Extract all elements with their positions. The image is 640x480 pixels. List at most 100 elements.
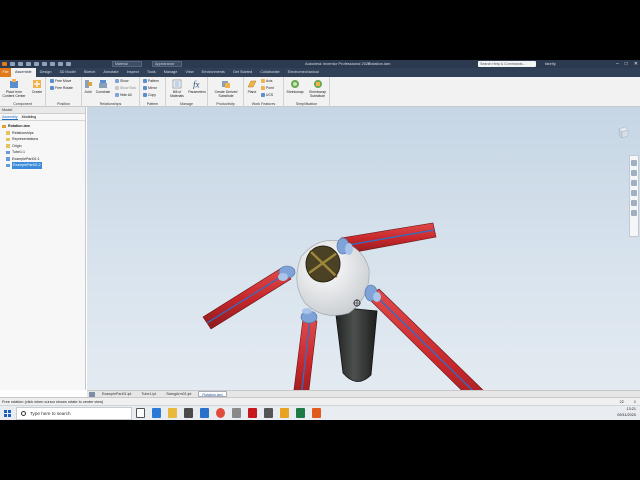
graphics-viewport[interactable] — [87, 107, 640, 420]
acrobat-icon[interactable] — [248, 408, 257, 418]
minimize-icon[interactable]: – — [616, 60, 619, 68]
browser-tab-modeling[interactable]: Modeling — [22, 114, 37, 120]
save-icon[interactable] — [26, 62, 31, 66]
excel-icon[interactable] — [296, 408, 305, 418]
pan-icon[interactable] — [631, 170, 637, 176]
constrain-button[interactable]: Constrain — [94, 79, 112, 94]
app-icon[interactable] — [312, 408, 321, 418]
task-view-icon[interactable] — [136, 408, 145, 418]
chrome-icon[interactable] — [216, 408, 225, 418]
panel-label: Pattern — [146, 102, 159, 106]
joint-button[interactable]: Joint — [83, 79, 93, 94]
create-button[interactable]: Create — [30, 79, 44, 94]
copy-button[interactable]: Copy — [143, 93, 156, 97]
new-icon[interactable] — [10, 62, 15, 66]
undo-icon[interactable] — [34, 62, 39, 66]
browser-tree: Rotation.iam Relationships Representatio… — [0, 121, 85, 171]
steering-wheel-icon[interactable] — [631, 160, 637, 166]
tab-view[interactable]: View — [181, 68, 197, 77]
free-move-button[interactable]: Free Move — [50, 79, 71, 83]
appearance-combo[interactable]: Appearance — [152, 61, 182, 67]
show-button[interactable]: Show — [115, 79, 128, 83]
browser-tab-assembly[interactable]: Assembly — [2, 114, 18, 120]
hide-all-icon — [115, 93, 119, 97]
pattern-icon — [143, 79, 147, 83]
tab-file[interactable]: File — [0, 68, 11, 77]
home-icon[interactable] — [89, 391, 95, 397]
tab-inspect[interactable]: Inspect — [123, 68, 143, 77]
app-menu-icon[interactable] — [2, 62, 7, 66]
free-rotate-button[interactable]: Free Rotate — [50, 86, 73, 90]
tab-collaborate[interactable]: Collaborate — [256, 68, 283, 77]
shrinkwrap-substitute-button[interactable]: Shrinkwrap Substitute — [306, 79, 329, 98]
system-tray-clock[interactable]: 13:21 09/11/2020 — [617, 407, 636, 418]
panel-label: Relationships — [99, 102, 122, 106]
tab-get-started[interactable]: Get Started — [229, 68, 256, 77]
material-combo[interactable]: Material — [112, 61, 142, 67]
shrinkwrap-substitute-icon — [313, 80, 322, 88]
mirror-button[interactable]: Mirror — [143, 86, 157, 90]
taskbar-search-input[interactable]: Type here to search — [16, 407, 132, 420]
tree-item-part-2[interactable]: ExamplePart01:2 — [2, 162, 83, 169]
user-account[interactable]: fabrify — [545, 60, 556, 68]
free-move-icon — [50, 79, 54, 83]
center-tube[interactable] — [334, 306, 378, 382]
shrinkwrap-button[interactable]: Shrinkwrap — [285, 79, 305, 94]
panel-manage: Bill of Materials fx Parameters Manage — [166, 77, 208, 107]
tab-3d-model[interactable]: 3D Model — [56, 68, 80, 77]
close-icon[interactable]: ✕ — [634, 60, 638, 68]
zoom-icon[interactable] — [631, 180, 637, 186]
tab-annotate[interactable]: Annotate — [99, 68, 122, 77]
arm-left[interactable] — [202, 266, 292, 330]
help-search-input[interactable]: Search Help & Commands... — [478, 61, 536, 67]
axis-button[interactable]: Axis — [261, 79, 272, 83]
pattern-button[interactable]: Pattern — [143, 79, 159, 83]
windows-start-icon[interactable] — [4, 410, 11, 417]
ucs-button[interactable]: UCS — [261, 93, 273, 97]
orbit-icon[interactable] — [631, 190, 637, 196]
viewcube-icon[interactable] — [616, 125, 630, 139]
bill-of-materials-button[interactable]: Bill of Materials — [167, 79, 187, 98]
point-button[interactable]: Point — [261, 86, 274, 90]
open-icon[interactable] — [18, 62, 23, 66]
maximize-icon[interactable]: □ — [625, 60, 628, 68]
axis-icon — [261, 79, 265, 83]
place-button[interactable]: Place from Content Center — [2, 79, 26, 98]
create-derived-substitute-button[interactable]: Create Derived Substitute — [210, 79, 242, 98]
parameters-button[interactable]: fx Parameters — [187, 79, 207, 95]
document-tabs: ExamplePart01.ipt Tube1.ipt SwingArm01.i… — [87, 390, 640, 397]
select-icon[interactable] — [66, 62, 71, 66]
panel-position: Free Move Free Rotate Position — [46, 77, 82, 107]
settings-icon[interactable] — [232, 408, 241, 418]
folder-icon — [6, 144, 10, 148]
tab-electromechanical[interactable]: Electromechanical — [284, 68, 323, 77]
look-at-icon[interactable] — [631, 200, 637, 206]
navbar-options-icon[interactable] — [631, 210, 637, 216]
mail-icon[interactable] — [200, 408, 209, 418]
store-icon[interactable] — [184, 408, 193, 418]
tab-environments[interactable]: Environments — [198, 68, 229, 77]
tab-sketch[interactable]: Sketch — [80, 68, 100, 77]
tab-manage[interactable]: Manage — [160, 68, 182, 77]
window-controls: – □ ✕ — [616, 60, 638, 68]
redo-icon[interactable] — [42, 62, 47, 66]
plane-icon — [247, 80, 257, 88]
model-canvas[interactable] — [87, 107, 640, 420]
panel-label: Manage — [180, 102, 193, 106]
show-sick-button[interactable]: Show Sick — [115, 86, 136, 90]
file-explorer-icon[interactable] — [168, 408, 177, 418]
plane-button[interactable]: Plane — [245, 79, 259, 94]
copy-icon — [143, 93, 147, 97]
hide-all-button[interactable]: Hide All — [115, 93, 132, 97]
home-icon[interactable] — [50, 62, 55, 66]
browser-header: Model — [0, 107, 85, 114]
inventor-icon[interactable] — [280, 408, 289, 418]
edge-icon[interactable] — [152, 408, 161, 418]
update-icon[interactable] — [58, 62, 63, 66]
calculator-icon[interactable] — [264, 408, 273, 418]
hub-body[interactable] — [296, 240, 370, 316]
parameters-icon: fx — [193, 80, 200, 90]
tab-assemble[interactable]: Assemble — [11, 68, 36, 77]
tab-design[interactable]: Design — [36, 68, 56, 77]
tab-tools[interactable]: Tools — [143, 68, 160, 77]
